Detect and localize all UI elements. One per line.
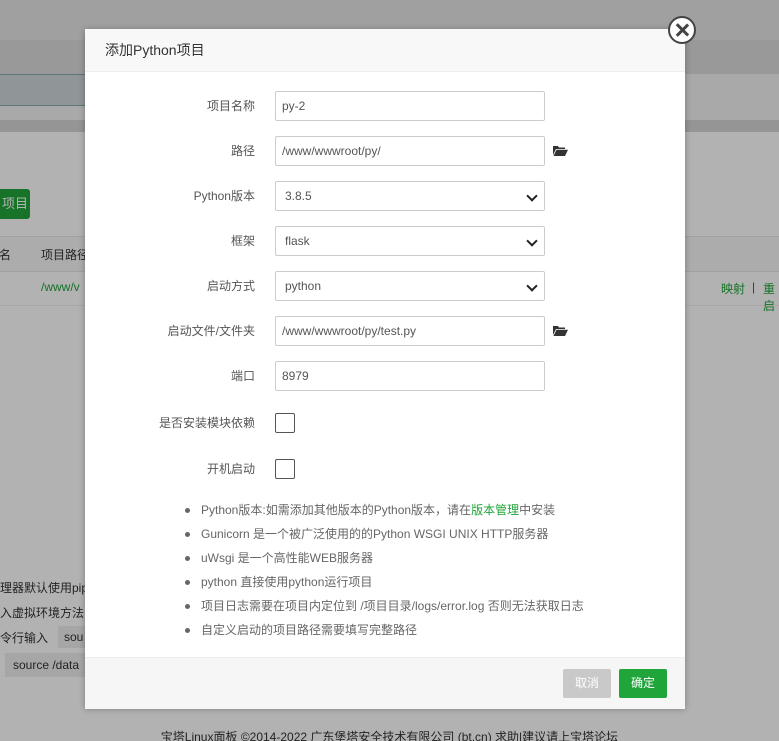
list-item: 项目日志需要在项目内定位到 /项目目录/logs/error.log 否则无法获… [185, 597, 665, 621]
row-start-mode: 启动方式 python [85, 271, 685, 301]
dialog-title: 添加Python项目 [105, 42, 205, 58]
list-item: uWsgi 是一个高性能WEB服务器 [185, 549, 665, 573]
row-project-name: 项目名称 py-2 [85, 91, 685, 121]
framework-value: flask [285, 234, 310, 248]
row-start-file: 启动文件/文件夹 /www/wwwroot/py/test.py [85, 316, 685, 346]
version-manager-link[interactable]: 版本管理 [471, 503, 519, 517]
cancel-button[interactable]: 取消 [563, 669, 611, 698]
install-deps-checkbox[interactable] [275, 413, 295, 433]
start-file-label: 启动文件/文件夹 [167, 324, 255, 338]
folder-open-icon[interactable] [553, 145, 568, 156]
framework-label: 框架 [230, 234, 255, 248]
row-port: 端口 8979 [85, 361, 685, 391]
dialog-title-bar: 添加Python项目 [85, 29, 685, 72]
path-label: 路径 [230, 144, 255, 158]
list-item: Python版本:如需添加其他版本的Python版本，请在版本管理中安装 [185, 501, 665, 525]
port-input[interactable]: 8979 [275, 361, 545, 391]
chevron-down-icon [526, 280, 538, 292]
autostart-checkbox[interactable] [275, 459, 295, 479]
start-mode-select[interactable]: python [275, 271, 545, 301]
list-item: 自定义启动的项目路径需要填写完整路径 [185, 621, 665, 645]
python-version-value: 3.8.5 [285, 189, 312, 203]
framework-select[interactable]: flask [275, 226, 545, 256]
port-label: 端口 [230, 369, 255, 383]
start-mode-value: python [285, 279, 322, 293]
tip-text: Python版本:如需添加其他版本的Python版本，请在 [201, 503, 472, 517]
project-name-label: 项目名称 [206, 99, 255, 113]
folder-open-icon[interactable] [553, 325, 568, 336]
chevron-down-icon [526, 235, 538, 247]
python-version-label: Python版本 [193, 189, 255, 203]
project-name-input[interactable]: py-2 [275, 91, 545, 121]
autostart-label: 开机启动 [206, 462, 255, 476]
start-mode-label: 启动方式 [206, 279, 255, 293]
chevron-down-icon [526, 190, 538, 202]
add-python-project-dialog: 添加Python项目 项目名称 py-2 路径 /www/wwwroot/py/… [85, 29, 685, 709]
path-input[interactable]: /www/wwwroot/py/ [275, 136, 545, 166]
dialog-footer: 取消 确定 [85, 657, 685, 709]
row-framework: 框架 flask [85, 226, 685, 256]
python-version-select[interactable]: 3.8.5 [275, 181, 545, 211]
list-item: Gunicorn 是一个被广泛使用的的Python WSGI UNIX HTTP… [185, 525, 665, 549]
row-install-deps: 是否安装模块依赖 [85, 408, 685, 438]
tips-list: Python版本:如需添加其他版本的Python版本，请在版本管理中安装 Gun… [185, 501, 665, 645]
list-item: python 直接使用python运行项目 [185, 573, 665, 597]
row-autostart: 开机启动 [85, 454, 685, 484]
row-path: 路径 /www/wwwroot/py/ [85, 136, 685, 166]
tip-text: 中安装 [519, 503, 556, 517]
close-icon[interactable] [668, 16, 696, 44]
install-deps-label: 是否安装模块依赖 [158, 416, 255, 430]
confirm-button[interactable]: 确定 [619, 669, 667, 698]
start-file-input[interactable]: /www/wwwroot/py/test.py [275, 316, 545, 346]
row-python-version: Python版本 3.8.5 [85, 181, 685, 211]
